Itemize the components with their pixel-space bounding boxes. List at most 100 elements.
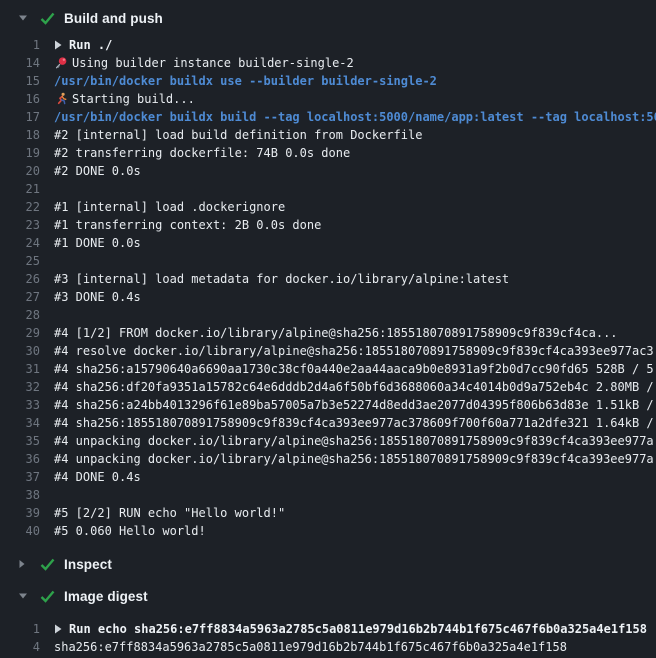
line-number[interactable]: 24 [0, 236, 40, 250]
line-number[interactable]: 25 [0, 254, 40, 268]
line-text-content: #4 sha256:a15790640a6690aa1730c38cf0a440… [54, 362, 654, 376]
line-number[interactable]: 30 [0, 344, 40, 358]
line-text: /usr/bin/docker buildx use --builder bui… [54, 74, 656, 88]
chevron-down-icon [18, 14, 40, 22]
line-text-content: #4 sha256:a24bb4013296f61e89ba57005a7b3e… [54, 398, 654, 412]
line-text-content: #2 DONE 0.0s [54, 164, 141, 178]
line-number[interactable]: 14 [0, 56, 40, 70]
line-text-content: #2 [internal] load build definition from… [54, 128, 422, 142]
log-line: 34 #4 sha256:185518070891758909c9f839cf4c… [0, 414, 656, 432]
log-line: 1 Run echo sha256:e7ff8834a5963a2785c5a08… [0, 620, 656, 638]
log-line: 4sha256:e7ff8834a5963a2785c5a0811e979d16… [0, 638, 656, 656]
chevron-down-icon [18, 592, 40, 600]
run-expander-icon[interactable] [54, 40, 62, 50]
line-text: #1 [internal] load .dockerignore [54, 200, 656, 214]
line-number[interactable]: 37 [0, 470, 40, 484]
line-text-content: #4 [1/2] FROM docker.io/library/alpine@s… [54, 326, 618, 340]
line-text-content: /usr/bin/docker buildx build --tag local… [54, 110, 656, 124]
line-number[interactable]: 1 [0, 38, 40, 52]
line-text-content: #5 0.060 Hello world! [54, 524, 206, 538]
check-icon [40, 558, 64, 571]
line-text: #4 resolve docker.io/library/alpine@sha2… [54, 344, 656, 358]
line-text: #3 DONE 0.4s [54, 290, 656, 304]
log-line: 38 [0, 486, 656, 504]
log-section-image-digest: Image digest 1 Run echo sha256:e7ff8834a59… [0, 580, 656, 656]
line-text-content: #4 sha256:185518070891758909c9f839cf4ca3… [54, 416, 654, 430]
line-number[interactable]: 34 [0, 416, 40, 430]
log-line: 20 #2 DONE 0.0s [0, 162, 656, 180]
line-text: #1 transferring context: 2B 0.0s done [54, 218, 656, 232]
log-line: 40 #5 0.060 Hello world! [0, 522, 656, 540]
line-text-content: #2 transferring dockerfile: 74B 0.0s don… [54, 146, 350, 160]
line-number[interactable]: 38 [0, 488, 40, 502]
line-number[interactable]: 16 [0, 92, 40, 106]
line-number[interactable]: 27 [0, 290, 40, 304]
log-line: 33 #4 sha256:a24bb4013296f61e89ba57005a7b… [0, 396, 656, 414]
log-section-inspect: Inspect [0, 548, 656, 580]
log-line: 1 Run ./ [0, 36, 656, 54]
section-header-inspect[interactable]: Inspect [0, 548, 656, 580]
line-number[interactable]: 15 [0, 74, 40, 88]
line-number[interactable]: 40 [0, 524, 40, 538]
line-text: #4 sha256:a24bb4013296f61e89ba57005a7b3e… [54, 398, 656, 412]
log-line: 23 #1 transferring context: 2B 0.0s done [0, 216, 656, 234]
line-number[interactable]: 4 [0, 640, 40, 654]
line-number[interactable]: 31 [0, 362, 40, 376]
section-header-build-and-push[interactable]: Build and push [0, 0, 656, 36]
pushpin-icon [54, 56, 68, 70]
chevron-right-icon [18, 559, 40, 569]
line-text-content: Run echo sha256:e7ff8834a5963a2785c5a081… [69, 622, 647, 636]
line-number[interactable]: 29 [0, 326, 40, 340]
line-text: #2 [internal] load build definition from… [54, 128, 656, 142]
line-text-content: Starting build... [72, 92, 195, 106]
line-text: Run ./ [54, 38, 656, 52]
line-text-content: #3 DONE 0.4s [54, 290, 141, 304]
section-title: Image digest [64, 589, 148, 604]
log-line: 18 #2 [internal] load build definition fr… [0, 126, 656, 144]
line-number[interactable]: 32 [0, 380, 40, 394]
line-text-content: #5 [2/2] RUN echo "Hello world!" [54, 506, 285, 520]
line-number[interactable]: 35 [0, 434, 40, 448]
line-number[interactable]: 22 [0, 200, 40, 214]
line-number[interactable]: 26 [0, 272, 40, 286]
line-text-content: /usr/bin/docker buildx use --builder bui… [54, 74, 437, 88]
log-line: 36 #4 unpacking docker.io/library/alpine@… [0, 450, 656, 468]
line-number[interactable]: 23 [0, 218, 40, 232]
line-text: #5 [2/2] RUN echo "Hello world!" [54, 506, 656, 520]
line-text: Using builder instance builder-single-2 [54, 56, 656, 70]
log-line: 39 #5 [2/2] RUN echo "Hello world!" [0, 504, 656, 522]
line-text-content: #4 resolve docker.io/library/alpine@sha2… [54, 344, 654, 358]
section-header-image-digest[interactable]: Image digest [0, 580, 656, 612]
log-line: 16 Starting build... [0, 90, 656, 108]
log-line: 25 [0, 252, 656, 270]
log-line: 15/usr/bin/docker buildx use --builder b… [0, 72, 656, 90]
line-number[interactable]: 36 [0, 452, 40, 466]
line-number[interactable]: 21 [0, 182, 40, 196]
line-number[interactable]: 18 [0, 128, 40, 142]
line-number[interactable]: 19 [0, 146, 40, 160]
line-text: #4 unpacking docker.io/library/alpine@sh… [54, 452, 656, 466]
line-text: #3 [internal] load metadata for docker.i… [54, 272, 656, 286]
run-expander-icon[interactable] [54, 624, 62, 634]
line-number[interactable]: 33 [0, 398, 40, 412]
line-text-content: #4 unpacking docker.io/library/alpine@sh… [54, 452, 654, 466]
line-number[interactable]: 39 [0, 506, 40, 520]
line-text: /usr/bin/docker buildx build --tag local… [54, 110, 656, 124]
line-number[interactable]: 1 [0, 622, 40, 636]
section-body-image-digest: 1 Run echo sha256:e7ff8834a5963a2785c5a08… [0, 612, 656, 656]
log-line: 21 [0, 180, 656, 198]
line-text: #5 0.060 Hello world! [54, 524, 656, 538]
line-number[interactable]: 17 [0, 110, 40, 124]
log-line: 24 #1 DONE 0.0s [0, 234, 656, 252]
log-line: 32 #4 sha256:df20fa9351a15782c64e6dddb2d4… [0, 378, 656, 396]
line-number[interactable]: 28 [0, 308, 40, 322]
line-text-content: #1 [internal] load .dockerignore [54, 200, 285, 214]
line-text-content: #1 DONE 0.0s [54, 236, 141, 250]
line-text-content: #4 sha256:df20fa9351a15782c64e6dddb2d4a6… [54, 380, 654, 394]
line-text: #2 DONE 0.0s [54, 164, 656, 178]
line-number[interactable]: 20 [0, 164, 40, 178]
line-text: #4 sha256:a15790640a6690aa1730c38cf0a440… [54, 362, 656, 376]
log-line: 30 #4 resolve docker.io/library/alpine@sh… [0, 342, 656, 360]
line-text: #4 sha256:185518070891758909c9f839cf4ca3… [54, 416, 656, 430]
line-text: #1 DONE 0.0s [54, 236, 656, 250]
